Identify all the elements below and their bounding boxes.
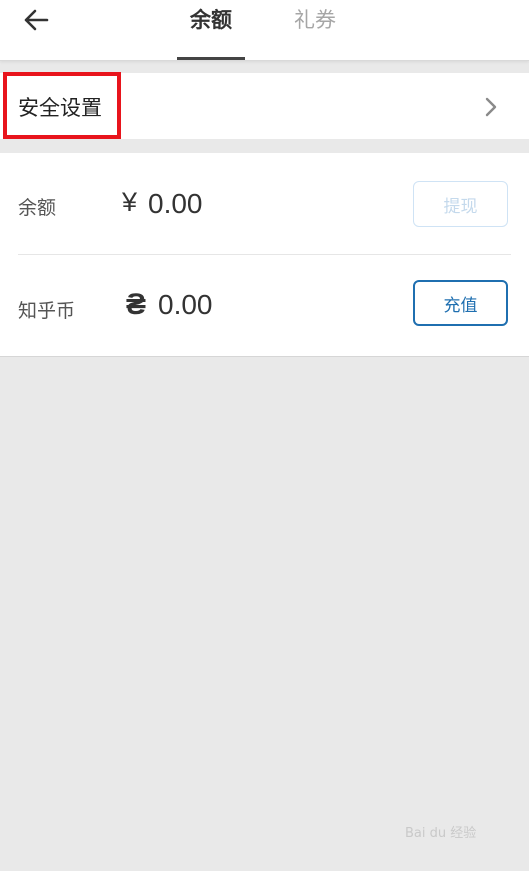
withdraw-button[interactable]: 提现 bbox=[413, 181, 508, 227]
arrow-left-icon bbox=[24, 9, 49, 31]
coins-label: 知乎币 bbox=[18, 300, 76, 322]
top-navigation-bar: 余额 礼券 bbox=[0, 0, 529, 61]
balance-label: 余额 bbox=[18, 197, 57, 219]
annotation-highlight-box bbox=[3, 72, 121, 139]
coins-amount: 0.00 bbox=[158, 289, 213, 320]
chevron-right-icon bbox=[485, 97, 497, 117]
wallet-panel: 余额 ¥ 0.00 提现 知乎币 ₴ 0.00 充值 bbox=[0, 153, 529, 357]
active-tab-indicator bbox=[177, 57, 245, 60]
tab-vouchers[interactable]: 礼券 bbox=[282, 4, 348, 34]
coin-currency-icon: ₴ bbox=[126, 288, 147, 321]
balance-amount: 0.00 bbox=[148, 188, 203, 219]
back-button[interactable] bbox=[16, 2, 56, 38]
watermark-text: Bai du 经验 bbox=[405, 826, 477, 841]
recharge-button[interactable]: 充值 bbox=[413, 280, 508, 326]
tab-balance[interactable]: 余额 bbox=[178, 4, 244, 34]
yuan-currency-symbol: ¥ bbox=[122, 187, 138, 217]
